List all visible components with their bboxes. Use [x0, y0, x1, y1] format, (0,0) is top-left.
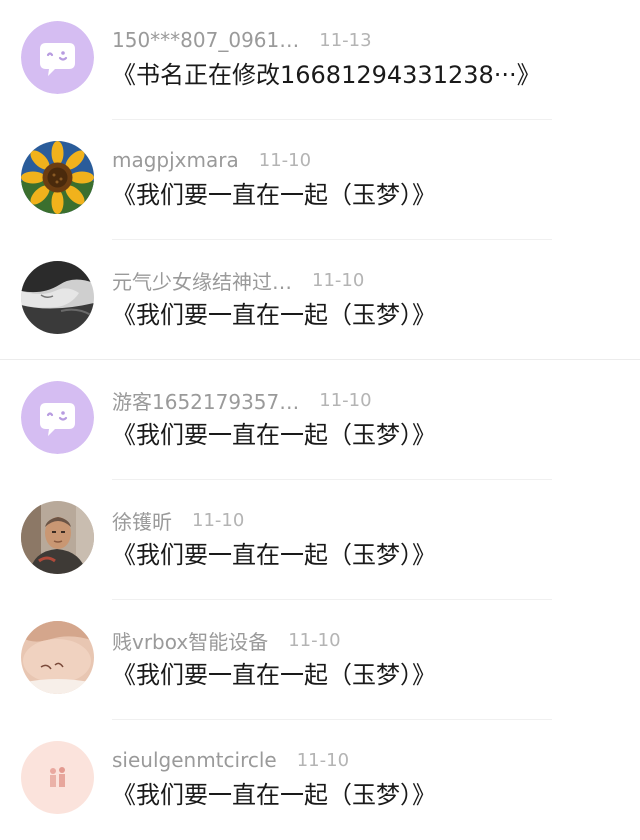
book-title[interactable]: 《我们要一直在一起（玉梦）》	[112, 778, 436, 812]
comment-date: 11-10	[296, 749, 350, 771]
comment-item[interactable]: 游客1652179357… 11-10 《我们要一直在一起（玉梦）》	[0, 360, 640, 480]
user-name[interactable]: 150***807_0961…	[112, 28, 299, 52]
comment-date: 11-10	[319, 389, 372, 411]
sleeping-person-avatar[interactable]	[21, 261, 94, 334]
comment-meta: 150***807_0961… 11-13	[112, 27, 372, 53]
comment-meta: 贱vrbox智能设备 11-10	[112, 626, 341, 655]
comment-item[interactable]: 150***807_0961… 11-13 《书名正在修改16681294331…	[0, 0, 640, 120]
book-title[interactable]: 《我们要一直在一起（玉梦）》	[112, 658, 436, 692]
comment-meta: 徐镬昕 11-10	[112, 506, 245, 535]
user-name[interactable]: magpjxmara	[112, 148, 239, 172]
sunflower-avatar[interactable]	[21, 141, 94, 214]
comment-meta: sieulgenmtcircle 11-10	[112, 747, 349, 773]
comment-date: 11-10	[258, 149, 312, 171]
book-title[interactable]: 《书名正在修改16681294331238···》	[112, 58, 541, 92]
comment-date: 11-10	[312, 269, 365, 291]
comment-meta: magpjxmara 11-10	[112, 147, 311, 173]
tattoo-shoulder-avatar[interactable]	[21, 621, 94, 694]
comment-item[interactable]: magpjxmara 11-10 《我们要一直在一起（玉梦）》	[0, 120, 640, 240]
book-title[interactable]: 《我们要一直在一起（玉梦）》	[112, 178, 436, 212]
user-name[interactable]: 游客1652179357…	[112, 386, 299, 415]
user-name[interactable]: sieulgenmtcircle	[112, 748, 277, 772]
book-title[interactable]: 《我们要一直在一起（玉梦）》	[112, 298, 436, 332]
user-name[interactable]: 元气少女缘结神过…	[112, 266, 292, 295]
user-name[interactable]: 徐镬昕	[112, 506, 172, 535]
comment-item[interactable]: 贱vrbox智能设备 11-10 《我们要一直在一起（玉梦）》	[0, 600, 640, 720]
comment-list: 150***807_0961… 11-13 《书名正在修改16681294331…	[0, 0, 640, 814]
comment-date: 11-10	[192, 509, 245, 531]
user-name[interactable]: 贱vrbox智能设备	[112, 626, 268, 655]
man-portrait-avatar[interactable]	[21, 501, 94, 574]
comment-date: 11-10	[288, 629, 341, 651]
comment-item[interactable]: 元气少女缘结神过… 11-10 《我们要一直在一起（玉梦）》	[0, 240, 640, 360]
comment-item[interactable]: sieulgenmtcircle 11-10 《我们要一直在一起（玉梦）》	[0, 720, 640, 840]
book-title[interactable]: 《我们要一直在一起（玉梦）》	[112, 418, 436, 452]
chat-bubble-avatar-icon[interactable]	[21, 381, 94, 454]
comment-item[interactable]: 徐镬昕 11-10 《我们要一直在一起（玉梦）》	[0, 480, 640, 600]
comment-meta: 游客1652179357… 11-10	[112, 386, 372, 415]
chat-bubble-avatar-icon[interactable]	[21, 21, 94, 94]
comment-meta: 元气少女缘结神过… 11-10	[112, 266, 365, 295]
comment-date: 11-13	[319, 29, 372, 51]
couple-illustration-avatar[interactable]	[21, 741, 94, 814]
book-title[interactable]: 《我们要一直在一起（玉梦）》	[112, 538, 436, 572]
